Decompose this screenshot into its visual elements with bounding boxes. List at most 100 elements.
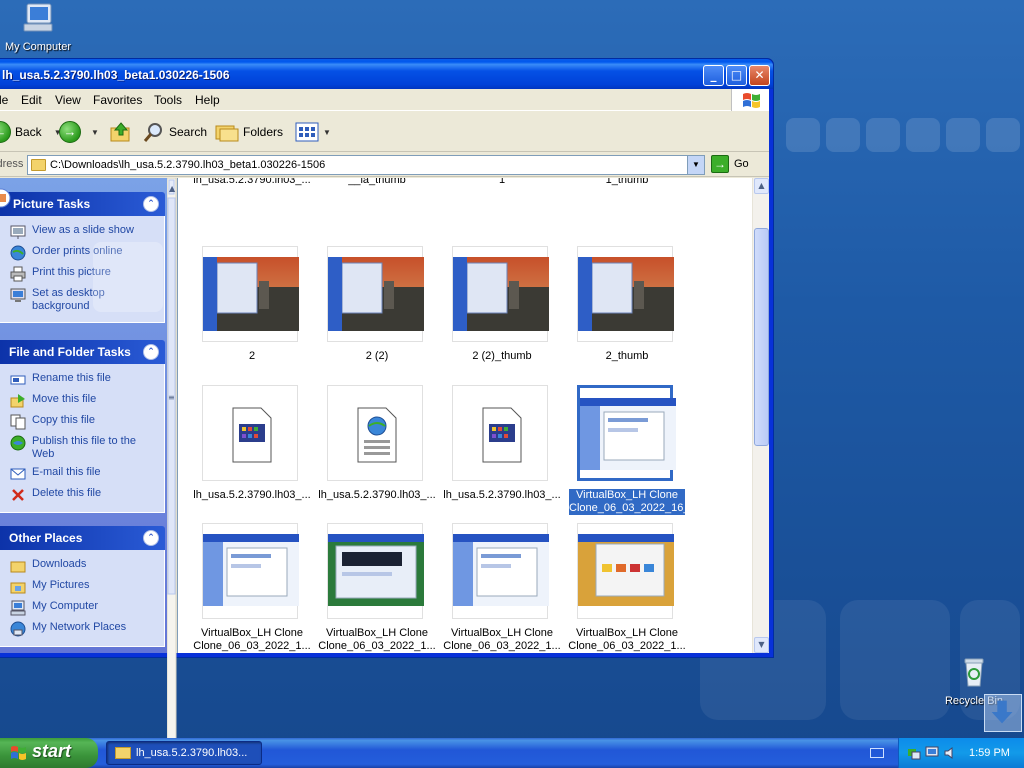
task-delete-file[interactable]: Delete this file [0,485,164,506]
place-my-network-places[interactable]: My Network Places [0,619,164,640]
forward-button[interactable]: → ▼ [59,120,99,144]
collapse-icon[interactable]: ⌃ [143,344,159,360]
move-icon [10,394,25,408]
taskbar-window-button[interactable]: lh_usa.5.2.3790.lh03... [106,741,262,765]
other-places-list: Downloads My Pictures My Computer My Net… [0,550,165,647]
minimize-button[interactable]: _ [703,65,724,86]
go-arrow-icon: → [711,155,729,173]
taskbar: start lh_usa.5.2.3790.lh03... 1:59 PM [0,738,1024,768]
views-button[interactable]: ▼ [295,120,331,144]
up-folder-button[interactable] [109,120,133,144]
file-tile[interactable]: lh_usa.5.2.3790.lh03_... [315,385,439,515]
file-tile[interactable]: VirtualBox_LH Clone Clone_06_03_2022_1..… [440,523,564,653]
task-move-file[interactable]: Move this file [0,391,164,412]
file-tile-selected[interactable]: VirtualBox_LH Clone Clone_06_03_2022_16_… [565,385,720,515]
chevron-down-icon[interactable]: ▼ [91,128,99,137]
chevron-down-icon[interactable]: ▼ [687,156,704,174]
network-status-icon[interactable] [907,746,921,760]
speaker-icon[interactable] [943,746,957,760]
file-tile[interactable]: 2 [190,246,314,376]
menu-view[interactable]: View [55,93,81,107]
search-button[interactable]: Search [143,120,207,144]
desktop-decoration [986,118,1020,152]
file-folder-tasks-panel: File and Folder Tasks ⌃ Rename this file… [0,340,165,513]
task-label: Publish this file to the Web [32,435,136,460]
desktop-icon [10,288,26,302]
thumbnail-image [327,246,424,342]
task-pane: Picture Tasks ⌃ View as a slide show Ord… [0,178,167,653]
file-tile[interactable]: VirtualBox_LH Clone Clone_06_03_2022_1..… [565,523,689,653]
task-email-file[interactable]: E-mail this file [0,464,164,485]
vertical-scrollbar[interactable]: ▲ ▼ [752,178,769,653]
folders-button[interactable]: Folders [215,120,283,144]
menu-file[interactable]: File [0,93,8,107]
pane-splitter[interactable]: ▲ ≡ [166,177,177,768]
desktop-decoration [866,118,900,152]
collapse-icon[interactable]: ⌃ [143,530,159,546]
thumbnail-image [202,246,299,342]
file-tile[interactable]: __ia_thumb [315,178,439,248]
keyboard-icon[interactable] [870,748,884,758]
search-icon [143,123,162,142]
file-tile[interactable]: 2 (2) [315,246,439,376]
close-button[interactable]: ✕ [749,65,770,86]
file-name: 1 [498,178,506,186]
file-tile[interactable]: 1_thumb [565,178,689,248]
place-label: Downloads [32,558,87,570]
task-label: View as a slide show [32,224,134,236]
place-my-pictures[interactable]: My Pictures [0,577,164,598]
file-tile[interactable]: lh_usa.5.2.3790.lh03_... [190,178,314,248]
place-my-computer[interactable]: My Computer [0,598,164,619]
task-publish-web[interactable]: Publish this file to the Web [0,433,164,464]
desktop-decoration [786,118,820,152]
file-name: VirtualBox_LH Clone Clone_06_03_2022_1..… [568,627,686,652]
place-downloads[interactable]: Downloads [0,556,164,577]
scroll-up-icon[interactable]: ▲ [754,178,769,194]
monitor-icon[interactable] [925,746,939,760]
go-button[interactable]: → Go [711,155,749,173]
menu-tools[interactable]: Tools [154,93,182,107]
file-tile[interactable]: 2_thumb [565,246,689,376]
file-name: lh_usa.5.2.3790.lh03_... [443,489,561,501]
task-copy-file[interactable]: Copy this file [0,412,164,433]
back-button[interactable]: ← Back ▼ [0,120,62,144]
chevron-down-icon[interactable]: ▼ [323,128,331,137]
network-icon [10,621,26,637]
task-rename-file[interactable]: Rename this file [0,370,164,391]
start-button[interactable]: start [0,738,98,768]
picture-tasks-header[interactable]: Picture Tasks ⌃ [0,188,165,216]
clock: 1:59 PM [969,747,1010,759]
desktop-icon-my-computer[interactable]: My Computer [0,2,78,53]
file-tile[interactable]: VirtualBox_LH Clone Clone_06_03_2022_1..… [315,523,439,653]
file-tile[interactable]: lh_usa.5.2.3790.lh03_... [440,385,564,515]
file-name: 1_thumb [605,178,649,186]
thumbnail-image [327,523,424,619]
file-name: lh_usa.5.2.3790.lh03_... [193,178,311,186]
collapse-icon[interactable]: ⌃ [143,196,159,212]
address-label: Address [0,158,24,170]
menu-bar: File Edit View Favorites Tools Help [0,89,769,111]
scroll-down-icon[interactable]: ▼ [754,637,769,653]
download-arrow-icon[interactable] [984,694,1022,732]
menu-edit[interactable]: Edit [21,93,42,107]
globe-icon [10,245,26,261]
file-tile[interactable]: VirtualBox_LH Clone Clone_06_03_2022_1..… [190,523,314,653]
title-bar[interactable]: lh_usa.5.2.3790.lh03_beta1.030226-1506 _… [0,59,773,89]
windows-logo-icon [11,746,26,760]
file-tile[interactable]: lh_usa.5.2.3790.lh03_... [190,385,314,515]
file-tile[interactable]: 1 [440,178,564,248]
window-client: File Edit View Favorites Tools Help ← Ba… [0,89,769,768]
folder-icon [115,747,131,759]
scroll-thumb[interactable] [754,228,769,446]
svg-text:▲: ▲ [169,184,176,193]
file-folder-tasks-header[interactable]: File and Folder Tasks ⌃ [0,340,165,364]
file-tile[interactable]: 2 (2)_thumb [440,246,564,376]
menu-favorites[interactable]: Favorites [93,93,142,107]
thumbnail-image [452,246,549,342]
address-field[interactable]: C:\Downloads\lh_usa.5.2.3790.lh03_beta1.… [27,155,705,175]
maximize-button[interactable]: □ [726,65,747,86]
delete-icon [12,489,24,501]
menu-help[interactable]: Help [195,93,220,107]
other-places-header[interactable]: Other Places ⌃ [0,526,165,550]
other-places-panel: Other Places ⌃ Downloads My Pictures My … [0,526,165,647]
